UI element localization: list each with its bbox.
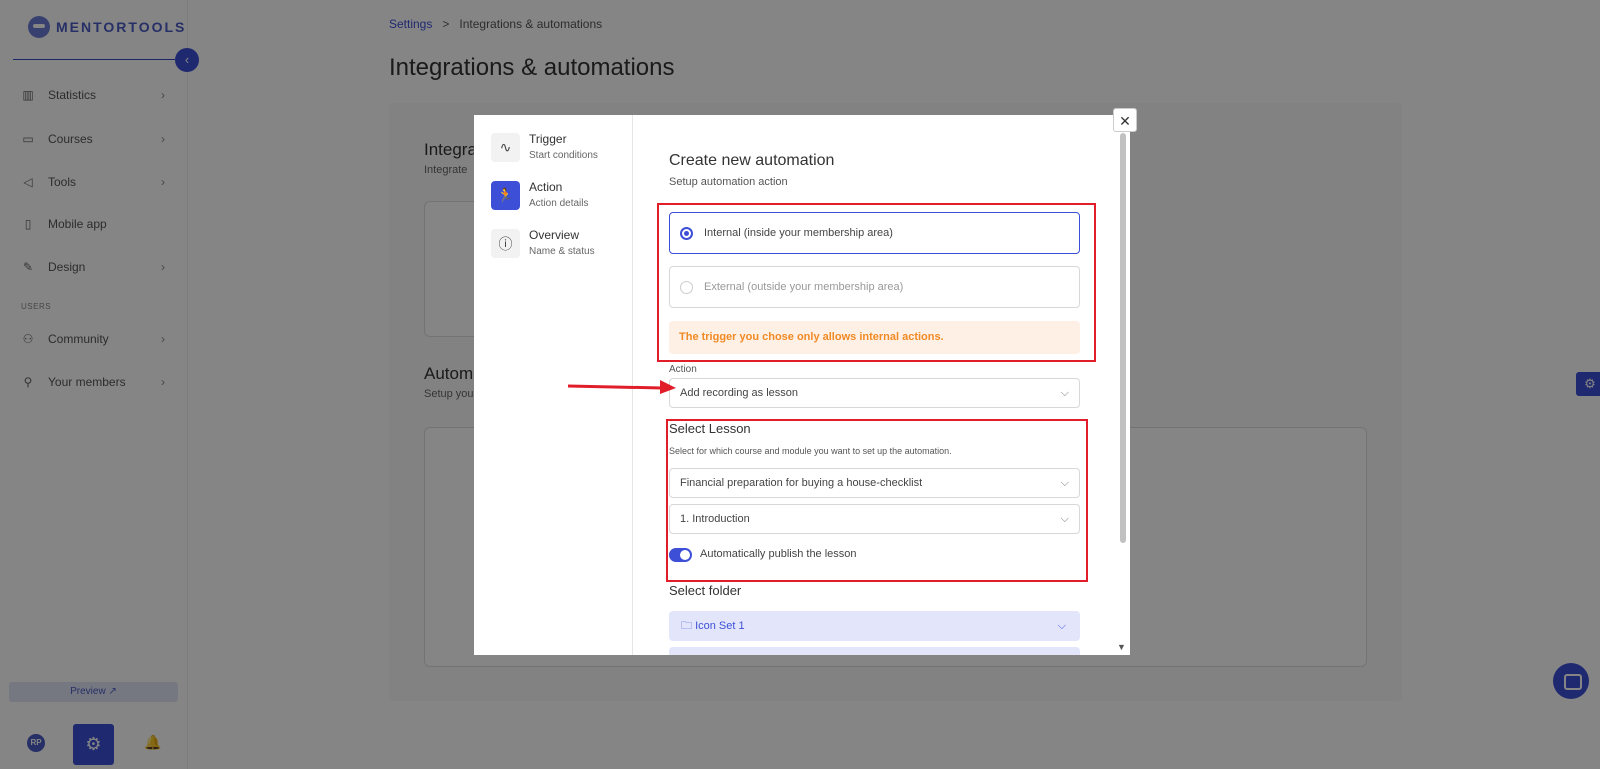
folder-select[interactable]: 🗀 Icon Set 1 ⌵ <box>669 611 1080 641</box>
step-trigger[interactable]: ∿ Trigger Start conditions <box>491 132 598 163</box>
modal-subtitle: Setup automation action <box>669 176 788 188</box>
action-select[interactable]: Add recording as lesson ⌵ <box>669 378 1080 408</box>
chevron-down-icon: ⌵ <box>1057 620 1066 632</box>
modal-title: Create new automation <box>669 152 835 169</box>
step-subtitle: Action details <box>529 198 589 209</box>
info-icon: ⓘ <box>491 229 520 258</box>
step-title: Action <box>529 180 563 194</box>
action-field-label: Action <box>669 364 697 375</box>
step-subtitle: Name & status <box>529 246 595 257</box>
running-person-icon: 🏃 <box>491 181 520 210</box>
pulse-icon: ∿ <box>491 133 520 162</box>
annotation-arrow-icon <box>567 380 676 394</box>
step-overview[interactable]: ⓘ Overview Name & status <box>491 228 595 259</box>
step-title: Overview <box>529 228 580 242</box>
annotation-box-select-lesson <box>666 419 1088 582</box>
step-title: Trigger <box>529 132 567 146</box>
annotation-box-action-type <box>657 203 1096 362</box>
modal-scrollbar-thumb[interactable] <box>1120 133 1126 543</box>
close-modal-button[interactable]: ✕ <box>1113 108 1137 132</box>
step-action[interactable]: 🏃 Action Action details <box>491 180 589 211</box>
scroll-down-icon[interactable]: ▼ <box>1117 642 1126 652</box>
folder-icon: 🗀 <box>681 620 692 632</box>
folder-select-value: Icon Set 1 <box>695 620 745 632</box>
chevron-down-icon: ⌵ <box>1060 387 1069 399</box>
step-subtitle: Start conditions <box>529 150 598 161</box>
select-folder-title: Select folder <box>669 583 742 598</box>
action-select-value: Add recording as lesson <box>680 387 799 399</box>
folder-select-secondary[interactable] <box>669 647 1080 655</box>
